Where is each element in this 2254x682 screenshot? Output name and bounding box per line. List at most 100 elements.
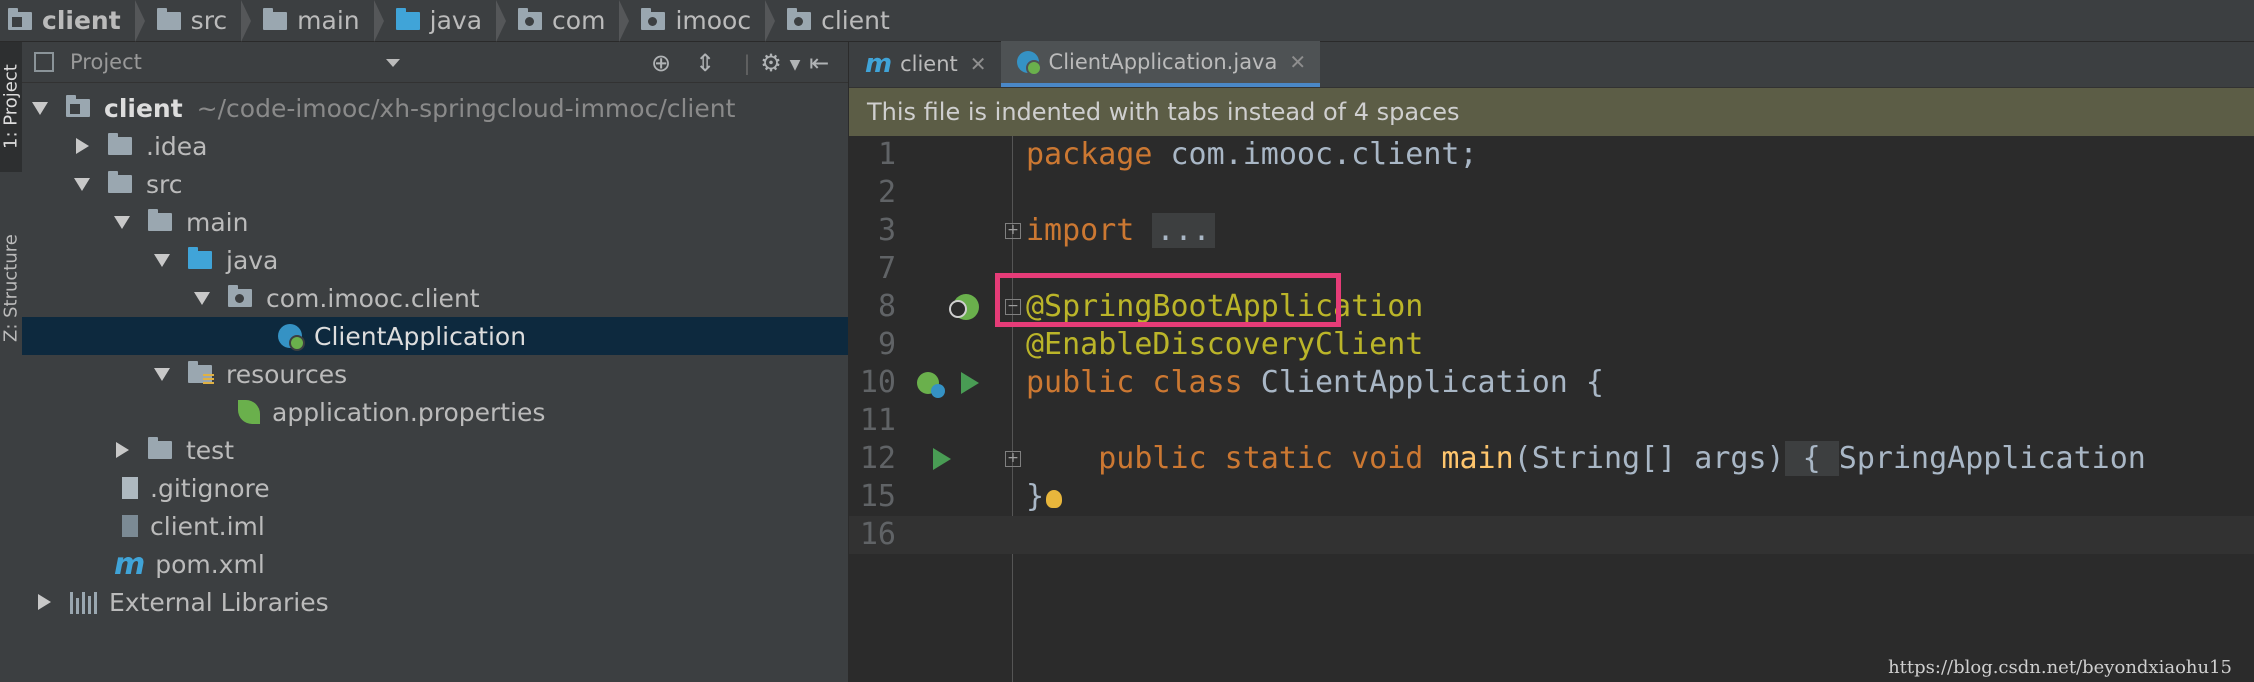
run-icon[interactable] [933, 448, 951, 470]
tree-item-client-iml[interactable]: client.iml [22, 507, 848, 545]
line-number: 2 [877, 175, 896, 210]
tree-item-pom[interactable]: m pom.xml [22, 545, 848, 583]
spring-boot-gutter-icon[interactable] [949, 294, 979, 320]
breadcrumb-label: imooc [675, 6, 752, 35]
structure-tool-tab[interactable]: Z: Structure [0, 208, 22, 368]
tree-item-client[interactable]: client ~/code-imooc/xh-springcloud-immoc… [22, 89, 848, 127]
line-number: 11 [859, 403, 896, 438]
project-view-icon [34, 52, 54, 72]
toolbar-divider: | [743, 51, 751, 75]
run-icon[interactable] [961, 372, 979, 394]
expand-arrow-icon[interactable] [154, 367, 170, 381]
code-line[interactable]: 1 package com.imooc.client; [849, 136, 2254, 174]
spring-leaf-icon [238, 400, 260, 424]
breadcrumb-item-client-module[interactable]: client [0, 0, 145, 42]
tree-item-application-properties[interactable]: application.properties [22, 393, 848, 431]
breadcrumb-item-imooc[interactable]: imooc [629, 0, 776, 42]
tree-item-java[interactable]: java [22, 241, 848, 279]
collapse-arrow-icon[interactable] [38, 594, 51, 610]
expand-arrow-icon[interactable] [32, 101, 48, 115]
line-number: 8 [877, 289, 896, 324]
code-line[interactable]: 2 [849, 174, 2254, 212]
tree-item-client-application[interactable]: ClientApplication [22, 317, 848, 355]
folded-body-brace[interactable]: { [1784, 441, 1839, 476]
tree-item-package[interactable]: com.imooc.client [22, 279, 848, 317]
tree-item-main[interactable]: main [22, 203, 848, 241]
indent-notice-banner: This file is indented with tabs instead … [849, 88, 2254, 136]
code-line[interactable]: 10 public class ClientApplication { [849, 364, 2254, 402]
tab-label: client [900, 52, 958, 76]
tree-item-label: .idea [146, 131, 208, 161]
collapse-all-icon[interactable]: ⇕ [692, 50, 718, 76]
spring-class-icon [1016, 51, 1042, 76]
tree-item-label: client.iml [150, 511, 265, 541]
breadcrumb-item-client-package[interactable]: client [775, 0, 890, 42]
annotation-highlight-box [995, 273, 1341, 327]
module-folder-icon [66, 95, 90, 117]
gear-icon[interactable]: ⚙ [758, 50, 784, 76]
keyword: package [1026, 137, 1153, 172]
source-folder-icon [395, 7, 420, 30]
project-tool-tab[interactable]: 1: Project [0, 42, 22, 172]
hide-panel-icon[interactable]: ⇤ [806, 50, 832, 76]
package-icon [228, 285, 252, 307]
breadcrumb: client src main java com imooc client [0, 0, 2254, 42]
breadcrumb-separator [241, 0, 252, 42]
expand-fold-icon[interactable]: + [1005, 451, 1021, 467]
code-line[interactable]: 11 [849, 402, 2254, 440]
project-panel: Project ⊕ ⇕ | ⚙ ▼ ⇤ client ~/code-imooc/… [22, 42, 849, 682]
settings-chevron-down-icon[interactable]: ▼ [782, 52, 808, 78]
breadcrumb-item-com[interactable]: com [506, 0, 630, 42]
tree-item-src[interactable]: src [22, 165, 848, 203]
line-number: 12 [859, 441, 896, 476]
expand-arrow-icon[interactable] [114, 215, 130, 229]
package-icon [518, 7, 543, 30]
code-line[interactable]: 15 } [849, 478, 2254, 516]
breadcrumb-item-main[interactable]: main [251, 0, 384, 42]
expand-fold-icon[interactable]: + [1005, 223, 1021, 239]
tree-item-external-libraries[interactable]: External Libraries [22, 583, 848, 621]
tree-item-test[interactable]: test [22, 431, 848, 469]
line-number: 15 [859, 479, 896, 514]
method-body: SpringApplication [1838, 441, 2146, 476]
collapse-arrow-icon[interactable] [116, 442, 129, 458]
locate-target-icon[interactable]: ⊕ [648, 50, 674, 76]
code-line-current[interactable]: 16 [849, 516, 2254, 554]
class-declaration: ClientApplication { [1242, 365, 1604, 400]
line-number: 3 [877, 213, 896, 248]
annotation: @EnableDiscoveryClient [1026, 327, 1424, 362]
tab-client-pom[interactable]: m client ✕ [849, 41, 1001, 87]
breadcrumb-item-src[interactable]: src [145, 0, 252, 42]
close-icon[interactable]: ✕ [970, 52, 987, 76]
folder-icon [108, 133, 132, 155]
breadcrumb-separator [373, 0, 384, 42]
closing-brace: } [1026, 479, 1045, 514]
editor: m client ✕ ClientApplication.java ✕ This… [849, 41, 2254, 682]
code-line[interactable]: 9 @EnableDiscoveryClient [849, 326, 2254, 364]
breadcrumb-item-java[interactable]: java [384, 0, 507, 42]
tree-item-idea[interactable]: .idea [22, 127, 848, 165]
notice-text: This file is indented with tabs instead … [867, 98, 1460, 126]
keyword: public class [1026, 365, 1243, 400]
code-editor[interactable]: 1 package com.imooc.client; 2 3 + import… [849, 136, 2254, 682]
close-icon[interactable]: ✕ [1289, 50, 1306, 74]
collapse-arrow-icon[interactable] [76, 138, 89, 154]
project-view-selector[interactable]: Project [70, 50, 142, 74]
spring-bean-gutter-icon[interactable] [917, 372, 945, 398]
tree-item-resources[interactable]: resources [22, 355, 848, 393]
file-icon [122, 477, 138, 499]
tree-item-label: .gitignore [150, 473, 270, 503]
tab-client-application-java[interactable]: ClientApplication.java ✕ [1000, 41, 1321, 87]
code-line[interactable]: 3 + import ... [849, 212, 2254, 250]
folded-imports[interactable]: ... [1152, 213, 1215, 248]
package-icon [787, 7, 812, 30]
tree-item-label: src [146, 169, 183, 199]
expand-arrow-icon[interactable] [194, 291, 210, 305]
lightbulb-icon[interactable] [1046, 490, 1062, 508]
expand-arrow-icon[interactable] [154, 253, 170, 267]
chevron-down-icon[interactable] [386, 59, 400, 67]
code-line[interactable]: 12 + public static void main(String[] ar… [849, 440, 2254, 478]
breadcrumb-label: java [429, 6, 483, 35]
expand-arrow-icon[interactable] [74, 177, 90, 191]
tree-item-gitignore[interactable]: .gitignore [22, 469, 848, 507]
